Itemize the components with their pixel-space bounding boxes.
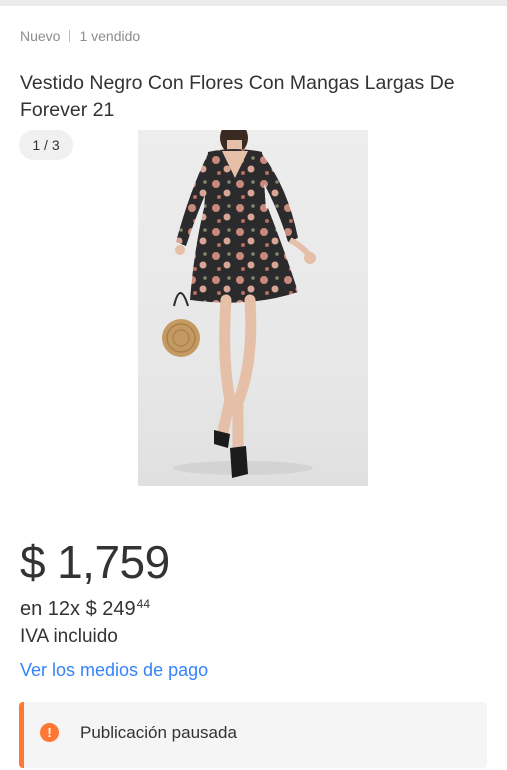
top-divider <box>0 0 507 6</box>
price: $1,759 <box>20 534 170 590</box>
tax-note: IVA incluido <box>20 626 118 647</box>
installments-cents: 44 <box>136 597 151 611</box>
price-currency: $ <box>20 536 46 588</box>
paused-notice: ! Publicación pausada <box>19 702 487 768</box>
listing-meta: Nuevo 1 vendido <box>20 28 140 44</box>
installments: en 12x $ 24944 <box>20 591 150 622</box>
condition-label: Nuevo <box>20 28 61 44</box>
price-amount: 1,759 <box>57 536 170 588</box>
sold-count: 1 vendido <box>79 28 141 44</box>
gallery-counter: 1 / 3 <box>19 130 73 160</box>
paused-message: Publicación pausada <box>80 723 237 742</box>
product-image[interactable] <box>138 130 368 486</box>
meta-separator <box>69 30 71 42</box>
product-title: Vestido Negro Con Flores Con Mangas Larg… <box>20 72 455 122</box>
installments-text: en 12x $ 249 <box>20 598 136 620</box>
payment-methods-link[interactable]: Ver los medios de pago <box>20 657 208 683</box>
alert-icon: ! <box>40 723 59 742</box>
dress-photo-illustration <box>162 130 316 478</box>
